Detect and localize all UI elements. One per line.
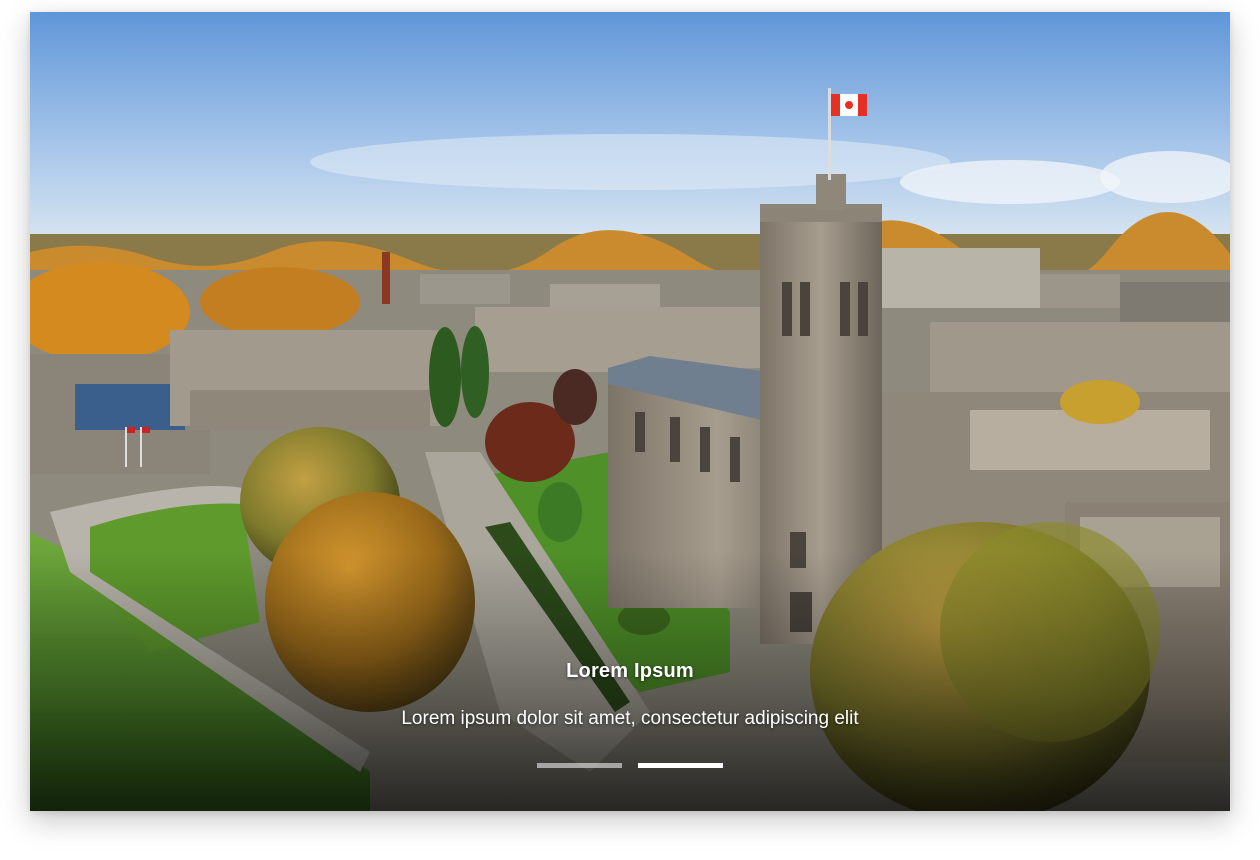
carousel-slide-image xyxy=(30,12,1230,811)
carousel-indicator-2[interactable] xyxy=(638,763,723,768)
carousel-indicator-1[interactable] xyxy=(537,763,622,768)
slide-description: Lorem ipsum dolor sit amet, consectetur … xyxy=(401,708,859,729)
carousel-indicators xyxy=(30,763,1230,768)
slide-title: Lorem Ipsum xyxy=(566,660,694,682)
carousel: Lorem Ipsum Lorem ipsum dolor sit amet, … xyxy=(30,12,1230,811)
